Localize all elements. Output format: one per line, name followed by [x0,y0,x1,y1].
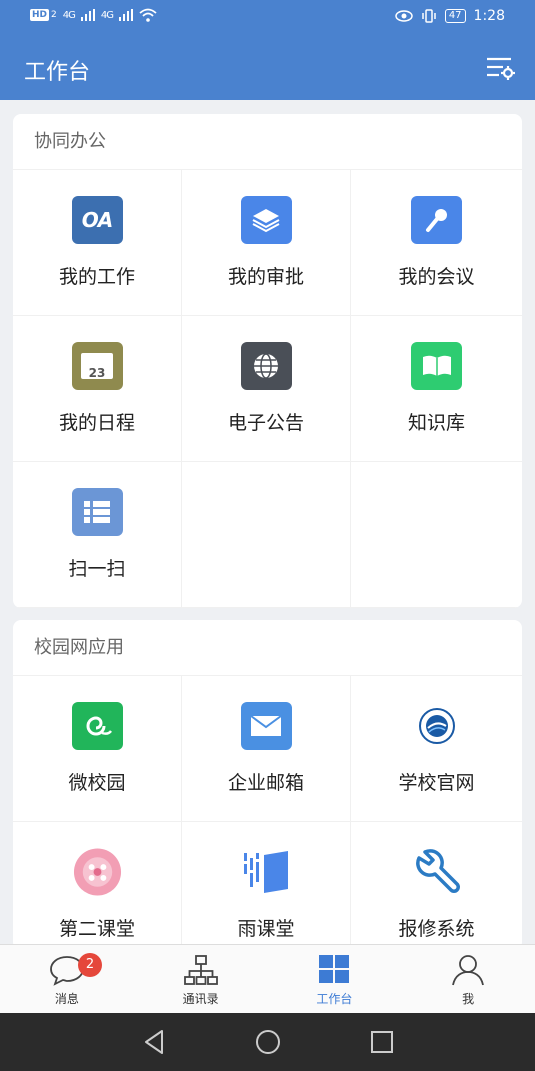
empty-cell [182,462,351,608]
page-title: 工作台 [24,60,91,85]
app-header: HD 2 4G 4G 47 1:28 工作台 [0,0,535,100]
app-my-approval[interactable]: 我的审批 [182,170,351,316]
app-knowledge-base[interactable]: 知识库 [351,316,522,462]
tab-label: 通讯录 [182,992,219,1006]
app-label: 微校园 [68,772,126,794]
flower-icon [72,848,123,896]
app-label: 我的工作 [58,266,135,288]
status-bar: HD 2 4G 4G 47 1:28 [0,0,535,34]
app-label: 第二课堂 [58,918,135,940]
tab-contacts[interactable]: 通讯录 [134,945,268,1013]
app-label: 报修系统 [398,918,475,940]
person-icon [452,955,485,986]
tab-label: 工作台 [316,992,353,1006]
section-campus-apps: 校园网应用 微校园 企业邮箱 学校官网 第二课堂 雨课堂 报修系统 [13,620,522,950]
yuketang-icon [241,848,292,896]
tab-me[interactable]: 我 [401,945,535,1013]
school-emblem-icon [411,702,462,750]
app-label: 企业邮箱 [227,772,304,794]
org-chart-icon [183,955,218,985]
system-nav-bar [0,1013,535,1071]
globe-icon [240,342,292,390]
eye-icon [395,10,413,22]
mail-icon [240,702,292,750]
app-e-announcement[interactable]: 电子公告 [182,316,351,462]
tab-messages[interactable]: 2 消息 [0,945,134,1013]
app-second-classroom[interactable]: 第二课堂 [13,822,182,950]
weixiao-icon [71,702,123,750]
wrench-icon [411,848,462,896]
filter-settings-icon[interactable] [485,54,515,82]
vibrate-icon [422,9,436,23]
signal-icon [80,9,95,21]
app-label: 我的审批 [227,266,304,288]
tab-workbench[interactable]: 工作台 [268,945,402,1013]
section-collab-office: 协同办公 OA 我的工作 我的审批 我的会议 23 我的日程 电子公告 知识库 … [13,114,522,608]
grid-icon [319,955,350,983]
back-icon[interactable] [140,1028,168,1056]
list-icon [71,488,123,536]
app-label: 我的日程 [58,412,135,434]
microphone-icon [411,196,462,244]
app-school-website[interactable]: 学校官网 [351,676,522,822]
battery-icon: 47 [444,9,466,23]
app-my-meeting[interactable]: 我的会议 [351,170,522,316]
app-label: 我的会议 [398,266,475,288]
empty-cell [351,462,522,608]
net1-label: 4G [62,9,76,21]
calendar-icon: 23 [71,342,123,390]
net2-label: 4G [100,9,114,21]
section-title: 校园网应用 [13,620,522,676]
app-enterprise-mail[interactable]: 企业邮箱 [182,676,351,822]
app-label: 扫一扫 [68,558,126,580]
app-label: 电子公告 [227,412,304,434]
layers-icon [240,196,292,244]
app-weixiao[interactable]: 微校园 [13,676,182,822]
tab-label: 我 [462,992,475,1006]
home-icon[interactable] [254,1028,282,1056]
bottom-tab-bar: 2 消息 通讯录 工作台 我 [0,944,535,1013]
app-label: 雨课堂 [237,918,295,940]
tab-label: 消息 [54,992,79,1006]
recents-icon[interactable] [368,1028,396,1056]
hd-badge: HD [30,9,50,21]
calendar-day: 23 [81,353,113,380]
app-label: 知识库 [407,412,465,434]
signal-icon [119,9,133,21]
oa-icon: OA [71,196,123,244]
book-icon [411,342,462,390]
app-scan[interactable]: 扫一扫 [13,462,182,608]
app-my-work[interactable]: OA 我的工作 [13,170,182,316]
unread-badge: 2 [78,953,102,977]
app-repair-system[interactable]: 报修系统 [351,822,522,950]
section-title: 协同办公 [13,114,522,170]
app-label: 学校官网 [398,772,475,794]
app-my-schedule[interactable]: 23 我的日程 [13,316,182,462]
app-rain-classroom[interactable]: 雨课堂 [182,822,351,950]
sim-slot: 2 [51,10,57,20]
wifi-icon [139,8,157,22]
clock: 1:28 [473,8,505,24]
